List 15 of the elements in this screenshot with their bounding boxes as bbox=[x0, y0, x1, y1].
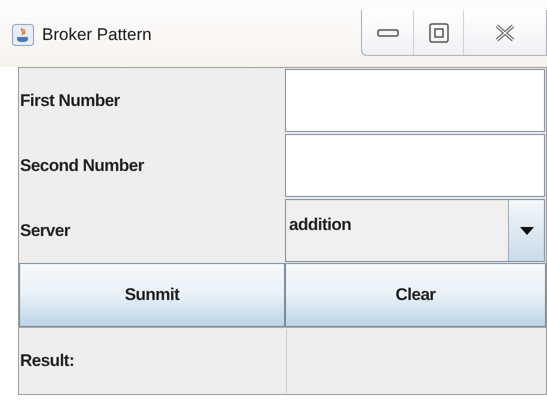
server-dropdown[interactable]: addition bbox=[285, 199, 545, 262]
maximize-icon bbox=[428, 22, 448, 42]
window-title: Broker Pattern bbox=[42, 24, 152, 46]
input-field[interactable] bbox=[285, 69, 545, 132]
input-field[interactable] bbox=[285, 134, 545, 197]
field-label: Server bbox=[19, 220, 70, 242]
action-button[interactable]: Sunmit bbox=[19, 263, 285, 327]
minimize-icon bbox=[376, 28, 398, 38]
field-label: First Number bbox=[19, 90, 120, 112]
result-label: Result: bbox=[19, 350, 74, 372]
close-icon bbox=[494, 24, 516, 42]
caret-down-icon bbox=[520, 226, 534, 234]
field-label: Second Number bbox=[19, 154, 144, 177]
action-button[interactable]: Clear bbox=[285, 263, 546, 327]
cup-icon bbox=[12, 24, 34, 46]
